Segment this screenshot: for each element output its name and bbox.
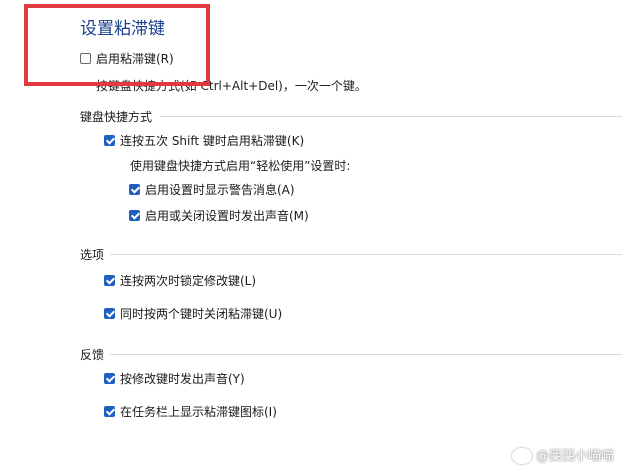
watermark-text: @西西小喵喵 <box>535 448 614 464</box>
lock-modifier-checkbox[interactable] <box>104 275 115 286</box>
shift-five-times-label[interactable]: 连按五次 Shift 键时启用粘滞键(K) <box>120 132 304 149</box>
taskbar-icon-checkbox[interactable] <box>104 406 115 417</box>
taskbar-icon-label[interactable]: 在任务栏上显示粘滞键图标(I) <box>120 403 277 420</box>
shortcut-subheading: 使用键盘快捷方式启用“轻松使用”设置时: <box>130 159 351 173</box>
section-divider <box>110 254 622 255</box>
beep-modifier-label[interactable]: 按修改键时发出声音(Y) <box>120 370 245 387</box>
section-title-shortcut: 键盘快捷方式 <box>80 110 153 124</box>
sound-toggle-label[interactable]: 启用或关闭设置时发出声音(M) <box>145 207 309 224</box>
section-title-options: 选项 <box>80 248 105 262</box>
turn-off-two-keys-checkbox[interactable] <box>104 308 115 319</box>
beep-modifier-checkbox[interactable] <box>104 373 115 384</box>
shift-five-times-checkbox[interactable] <box>104 135 115 146</box>
weibo-logo-icon <box>511 448 532 464</box>
watermark: @西西小喵喵 <box>511 445 614 464</box>
lock-modifier-label[interactable]: 连按两次时锁定修改键(L) <box>120 272 256 289</box>
show-warning-checkbox[interactable] <box>129 184 140 195</box>
section-divider <box>160 116 622 117</box>
turn-off-two-keys-label[interactable]: 同时按两个键时关闭粘滞键(U) <box>120 305 282 322</box>
sound-toggle-checkbox[interactable] <box>129 210 140 221</box>
highlight-annotation-box <box>24 4 210 86</box>
section-divider <box>110 354 622 355</box>
show-warning-label[interactable]: 启用设置时显示警告消息(A) <box>145 181 295 198</box>
section-title-feedback: 反馈 <box>80 348 105 362</box>
